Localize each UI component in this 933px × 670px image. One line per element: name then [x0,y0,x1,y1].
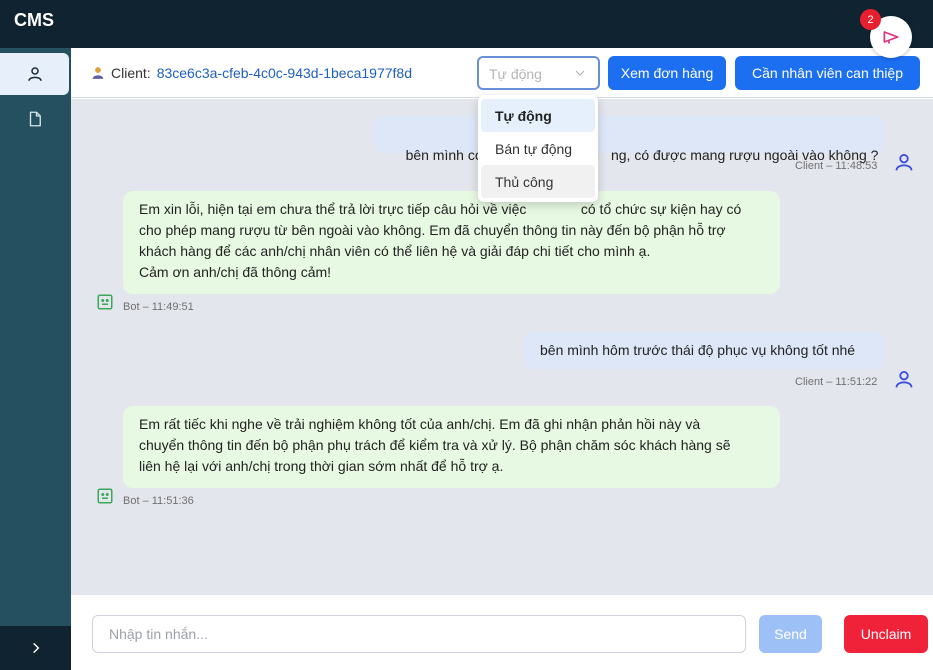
client-message: bên mình có t ng, có được mang rượu ngoà… [374,116,885,163]
message-meta: Bot – 11:49:51 [123,301,194,313]
client-message: bên mình hôm trước thái độ phục vụ không… [524,332,885,369]
chevron-right-icon [32,642,39,654]
client-avatar-icon [895,154,913,171]
notification-badge: 2 [860,9,881,30]
unclaim-button[interactable]: Unclaim [844,615,928,653]
message-meta: Bot – 11:51:36 [123,495,194,507]
sidebar-item-chat[interactable] [0,53,69,95]
message-line: Em xin lỗi, hiện tại em chưa thể trả lời… [139,201,742,217]
message-meta: Client – 11:51:22 [795,376,878,388]
mode-dropdown: Tự động Bán tự động Thủ công [478,95,598,202]
person-icon [92,67,104,79]
message-line: liên hệ lại với anh/chị trong thời gian … [139,458,504,474]
message-line: cho phép mang rượu từ bên ngoài vào khôn… [139,222,726,238]
user-icon [27,67,42,81]
message-input[interactable]: Nhập tin nhắn... [92,615,746,653]
chevron-down-icon [575,70,585,76]
message-meta: Client – 11:48:53 [795,160,878,172]
chat-header: Client: 83ce6c3a-cfeb-4c0c-943d-1beca197… [71,48,933,98]
sidebar-expand-button[interactable] [0,626,71,670]
message-line: chuyển thông tin đến bộ phận phụ trách đ… [139,437,731,453]
mode-option-semi-auto[interactable]: Bán tự động [481,132,595,165]
client-id[interactable]: 83ce6c3a-cfeb-4c0c-943d-1beca1977f8d [157,65,412,81]
document-icon [29,111,41,127]
mode-select[interactable]: Tự động [477,56,600,90]
client-info: Client: 83ce6c3a-cfeb-4c0c-943d-1beca197… [91,65,412,81]
message-line: Cảm ơn anh/chị đã thông cảm! [139,264,332,280]
client-label: Client: [111,65,151,81]
bot-message: Em xin lỗi, hiện tại em chưa thể trả lời… [123,191,780,294]
composer: Nhập tin nhắn... Send Unclaim [71,595,933,670]
send-button[interactable]: Send [759,615,822,653]
bot-message: Em rất tiếc khi nghe về trải nghiệm khôn… [123,406,780,488]
mode-option-auto[interactable]: Tự động [481,99,595,132]
top-bar: CMS [0,0,933,48]
message-line: khách hàng để các anh/chị nhân viên có t… [139,243,651,259]
app-title: CMS [14,10,54,30]
bot-avatar-icon [97,488,113,504]
request-staff-button[interactable]: Cần nhân viên can thiệp [735,56,920,90]
message-line: Em rất tiếc khi nghe về trải nghiệm khôn… [139,416,701,432]
client-avatar-icon [895,371,913,388]
message-text: bên mình hôm trước thái độ phục vụ không… [540,342,856,358]
bot-avatar-icon [97,294,113,310]
view-orders-button[interactable]: Xem đơn hàng [608,56,726,90]
sidebar [0,48,71,670]
sidebar-item-documents[interactable] [0,98,69,140]
mode-option-manual[interactable]: Thủ công [481,165,595,198]
megaphone-icon [883,31,899,44]
mode-select-value: Tự động [489,66,542,82]
